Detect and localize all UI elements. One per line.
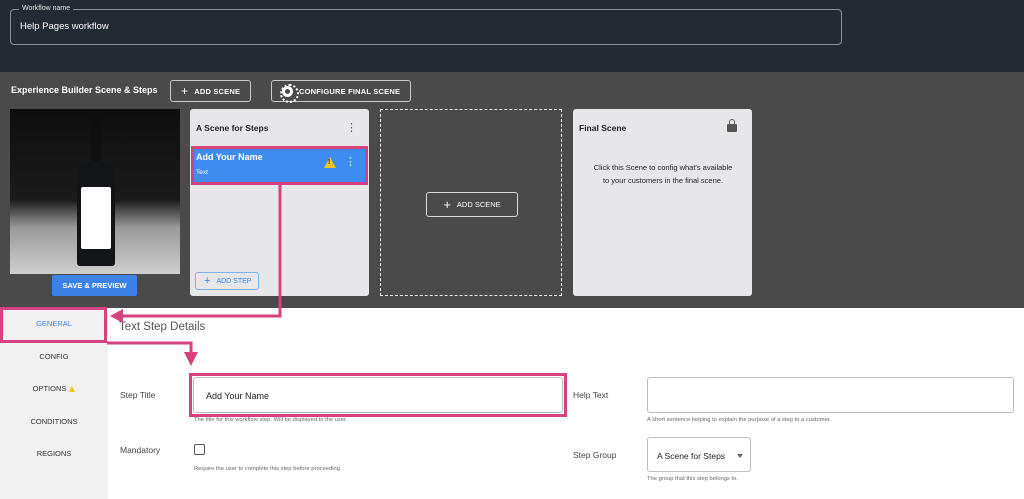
mandatory-checkbox[interactable]: [194, 444, 205, 455]
sidebar-item-conditions[interactable]: CONDITIONS: [0, 417, 108, 426]
annotation-arrow-to-step-title: [107, 341, 193, 353]
step-group-label: Step Group: [573, 450, 617, 460]
help-text-helper: A short sentence helping to explain the …: [647, 417, 832, 423]
step-type: Text: [196, 169, 208, 176]
scene-title: A Scene for Steps: [196, 123, 269, 133]
step-title-label: Step Title: [120, 390, 156, 400]
step-group-value: A Scene for Steps: [657, 451, 726, 461]
step-group-helper: The group that this step belongs to.: [647, 476, 738, 482]
configure-final-scene-label: CONFIGURE FINAL SCENE: [299, 86, 401, 96]
step-title-value: Add Your Name: [206, 391, 270, 401]
step-title-input[interactable]: Add Your Name: [193, 377, 563, 413]
add-step-button[interactable]: + ADD STEP: [195, 272, 259, 290]
chevron-down-icon: [737, 454, 743, 458]
step-details-sidebar: GENERAL CONFIG OPTIONS CONDITIONS REGION…: [0, 308, 108, 499]
final-scene-card[interactable]: Final Scene Click this Scene to config w…: [573, 109, 752, 296]
workflow-name-label: Workflow name: [19, 4, 74, 14]
step-group-select[interactable]: A Scene for Steps: [647, 437, 751, 472]
sidebar-item-options[interactable]: OPTIONS: [0, 384, 108, 393]
workflow-header: Workflow name Help Pages workflow: [0, 0, 1024, 72]
sidebar-item-config[interactable]: CONFIG: [0, 352, 108, 361]
builder-title: Experience Builder Scene & Steps: [11, 85, 158, 95]
sidebar-item-regions[interactable]: REGIONS: [0, 449, 108, 458]
annotation-arrowhead-down: [184, 352, 198, 366]
step-title-helper: The title for this workflow step. Will b…: [194, 417, 348, 423]
sidebar-item-general[interactable]: GENERAL: [0, 319, 108, 328]
add-scene-card-button[interactable]: + ADD SCENE: [426, 192, 518, 217]
help-text-input[interactable]: [647, 377, 1014, 413]
workflow-name-field[interactable]: Workflow name Help Pages workflow: [10, 4, 842, 45]
warning-mark-icon: !: [328, 159, 331, 166]
add-step-label: ADD STEP: [216, 277, 252, 285]
lock-icon: [727, 119, 737, 132]
mandatory-helper: Require the user to complete this step b…: [194, 466, 340, 472]
final-scene-description: Click this Scene to config what's availa…: [593, 163, 733, 185]
add-scene-label: ADD SCENE: [194, 86, 241, 96]
plus-icon: +: [443, 197, 451, 212]
warning-icon: [69, 386, 76, 392]
product-preview-image: [10, 109, 180, 274]
help-text-label: Help Text: [573, 390, 609, 400]
plus-icon: +: [181, 84, 189, 98]
scene-menu-icon[interactable]: ⋮: [346, 123, 357, 134]
configure-final-scene-button[interactable]: CONFIGURE FINAL SCENE: [271, 80, 412, 103]
add-scene-button[interactable]: + ADD SCENE: [170, 80, 252, 102]
gear-icon: [280, 83, 299, 103]
mandatory-label: Mandatory: [120, 445, 161, 455]
step-name: Add Your Name: [196, 152, 263, 162]
plus-icon: +: [204, 274, 211, 287]
sidebar-item-options-label: OPTIONS: [32, 384, 67, 393]
final-scene-title: Final Scene: [579, 123, 627, 133]
new-scene-dropzone: + ADD SCENE: [380, 109, 562, 296]
step-menu-icon[interactable]: ⋮: [345, 157, 356, 168]
step-item[interactable]: Add Your Name Text ! ⋮: [193, 147, 365, 183]
add-scene-card-label: ADD SCENE: [456, 200, 501, 209]
scene-card[interactable]: A Scene for Steps ⋮ Add Your Name Text !…: [190, 109, 369, 296]
experience-builder-panel: Experience Builder Scene & Steps + ADD S…: [0, 72, 1024, 308]
save-preview-button[interactable]: SAVE & PREVIEW: [52, 275, 137, 296]
bottle-label: [81, 187, 111, 249]
details-heading: Text Step Details: [119, 321, 206, 333]
workflow-name-value[interactable]: Help Pages workflow: [20, 21, 109, 32]
